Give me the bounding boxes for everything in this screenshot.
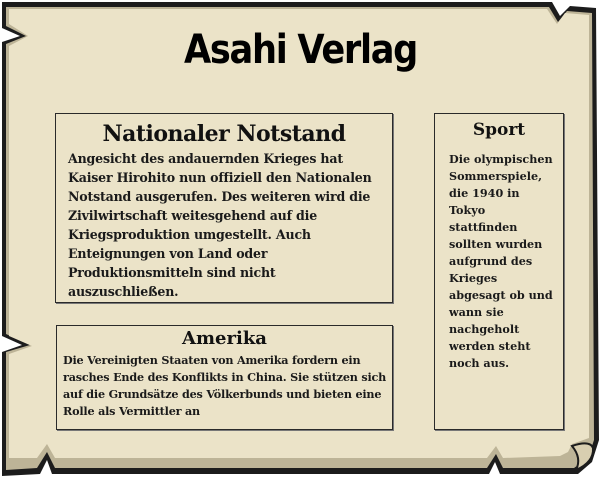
newspaper-title: Asahi Verlag — [183, 27, 418, 73]
sport-article-headline: Sport — [472, 120, 526, 140]
main-article-body: Angesicht des andauernden Krieges hat Ka… — [68, 151, 372, 299]
amerika-article: Amerika Die Vereinigten Staaten von Amer… — [56, 325, 393, 430]
sport-article: Sport Die olympischen Sommerspiele, die … — [434, 113, 564, 430]
sport-article-body: Die olympischen Sommerspiele, die 1940 i… — [449, 152, 553, 370]
amerika-article-body: Die Vereinigten Staaten von Amerika ford… — [63, 353, 387, 418]
amerika-article-headline: Amerika — [182, 328, 267, 349]
main-article-headline: Nationaler Notstand — [102, 121, 346, 147]
main-article: Nationaler Notstand Angesicht des andaue… — [55, 113, 393, 303]
